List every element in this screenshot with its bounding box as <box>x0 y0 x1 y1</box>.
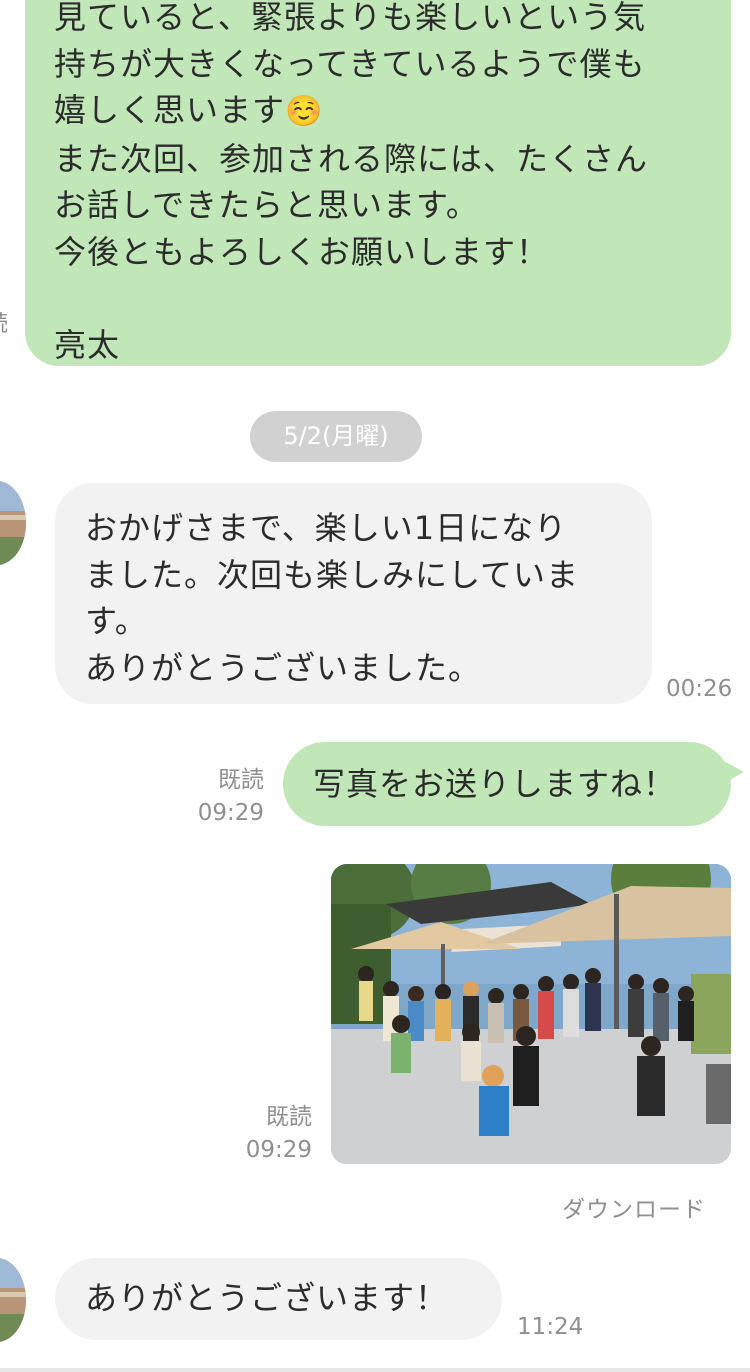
message-line: おかげさまで、楽しい1日になり <box>85 509 568 547</box>
group-photo-icon <box>331 864 731 1164</box>
outgoing-message-bubble[interactable]: 写真をお送りしますね！ <box>283 742 731 826</box>
avatar-photo-icon <box>0 481 26 565</box>
message-line: 今後ともよろしくお願いします！ <box>54 232 550 271</box>
incoming-message-bubble[interactable]: ありがとうございます！ <box>55 1258 502 1340</box>
read-label-partial: 読 <box>0 306 8 338</box>
download-link[interactable]: ダウンロード <box>562 1190 706 1224</box>
message-line: ました。次回も楽しみにしていま <box>85 555 580 594</box>
date-separator: 5/2(月曜) <box>250 411 422 462</box>
message-signature: 亮太 <box>54 325 121 364</box>
avatar[interactable] <box>0 1258 26 1342</box>
read-label: 既読 <box>218 767 264 793</box>
read-label: 既読 <box>266 1104 312 1130</box>
message-line: 嬉しく思います <box>54 91 286 129</box>
message-text: 写真をお送りしますね！ <box>313 765 677 803</box>
message-line: また次回、参加される際には、たくさん <box>54 139 649 178</box>
shared-photo[interactable] <box>331 864 731 1164</box>
message-line: す。 <box>85 602 148 640</box>
read-status: 既読 09:29 <box>190 764 264 830</box>
bottom-divider <box>0 1368 750 1372</box>
message-line <box>54 275 731 322</box>
bubble-tail <box>726 762 744 782</box>
avatar[interactable] <box>0 481 26 565</box>
message-time: 09:29 <box>245 1137 312 1163</box>
avatar-photo-icon <box>0 1258 26 1342</box>
message-text: ありがとうございます！ <box>85 1279 449 1317</box>
message-time: 11:24 <box>517 1314 584 1340</box>
message-line: お話しできたらと思います。 <box>54 186 479 224</box>
outgoing-message-bubble[interactable]: 見ていると、緊張よりも楽しいという気 持ちが大きくなってきているようで僕も 嬉し… <box>25 0 731 366</box>
message-line-with-emoji: 嬉しく思います☺️ <box>54 87 731 136</box>
message-time: 09:29 <box>197 800 264 826</box>
message-time: 00:26 <box>666 676 733 702</box>
message-line: ありがとうございました。 <box>85 648 482 687</box>
message-line: 見ていると、緊張よりも楽しいという気 <box>54 0 647 36</box>
message-line: 持ちが大きくなってきているようで僕も <box>54 44 646 83</box>
incoming-message-bubble[interactable]: おかげさまで、楽しい1日になり ました。次回も楽しみにしていま す。 ありがとう… <box>55 483 652 704</box>
smiling-face-emoji-icon: ☺️ <box>285 94 324 129</box>
read-status: 既読 09:29 <box>238 1101 312 1167</box>
